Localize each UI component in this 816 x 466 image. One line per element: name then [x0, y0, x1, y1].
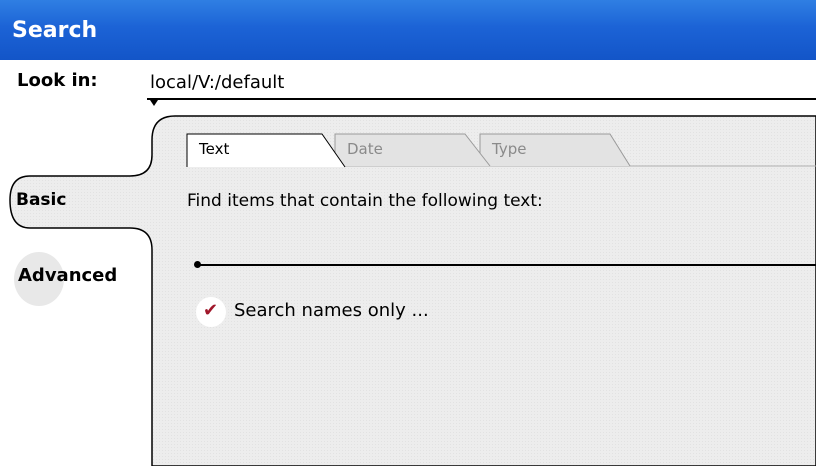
- tab-text-label: Text: [199, 140, 230, 158]
- tab-type[interactable]: Type: [480, 134, 630, 166]
- mode-advanced-tab[interactable]: Advanced: [0, 248, 150, 308]
- search-names-only-label[interactable]: Search names only ...: [234, 300, 429, 321]
- search-panel: [9, 115, 816, 466]
- mode-advanced-label: Advanced: [18, 265, 118, 286]
- tab-type-label: Type: [492, 140, 527, 158]
- find-text-label: Find items that contain the following te…: [187, 191, 543, 211]
- find-text-input[interactable]: [198, 264, 816, 266]
- mode-basic-tab[interactable]: Basic: [16, 190, 66, 210]
- tab-date-label: Date: [347, 140, 383, 158]
- search-names-only-checkbox[interactable]: ✔: [196, 297, 226, 327]
- tab-date[interactable]: Date: [335, 134, 485, 166]
- tab-text[interactable]: Text: [187, 134, 337, 166]
- checkmark-icon: ✔: [203, 300, 219, 321]
